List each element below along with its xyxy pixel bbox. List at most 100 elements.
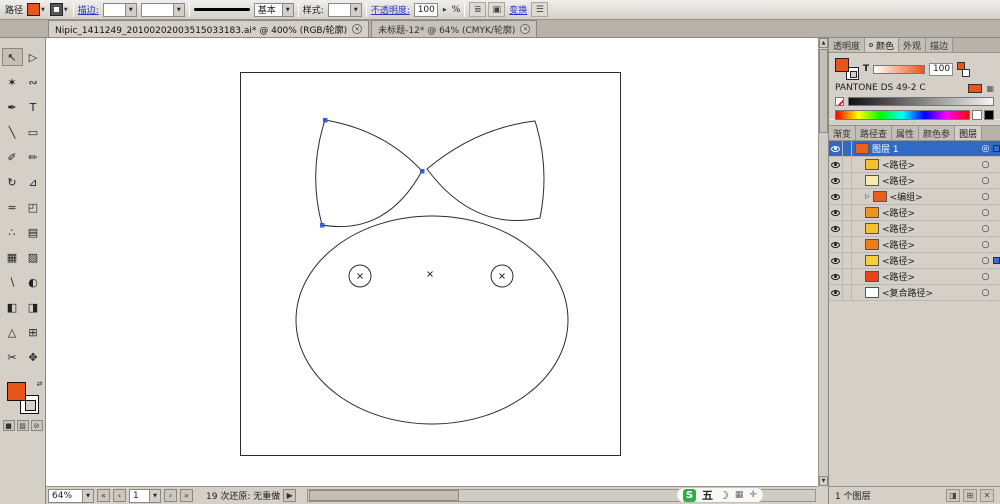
black-swatch[interactable]	[984, 109, 994, 120]
layer-row[interactable]: <路径> ○	[829, 173, 1000, 189]
anchor-point[interactable]	[420, 169, 425, 174]
fill-color-swatch[interactable]	[6, 382, 26, 401]
lock-toggle[interactable]	[843, 189, 852, 204]
visibility-toggle[interactable]	[829, 221, 843, 236]
tint-value-field[interactable]: 100	[929, 62, 954, 76]
grayscale-ramp[interactable]	[848, 97, 994, 106]
transform-panel-link[interactable]: 变换	[509, 3, 527, 16]
opacity-field[interactable]: 100	[413, 2, 438, 17]
stroke-weight-dropdown[interactable]: ▼	[102, 2, 137, 17]
fill-color-control[interactable]: ▼	[27, 3, 46, 16]
panel-fill-stroke[interactable]	[835, 58, 859, 80]
direct-selection-tool[interactable]: ▷	[23, 48, 44, 66]
slice-tool[interactable]: ✂	[2, 348, 23, 366]
prev-page-button[interactable]: ‹	[113, 489, 126, 502]
select-similar-icon[interactable]: ≣	[469, 2, 487, 17]
selection-tool[interactable]: ↖	[1, 48, 23, 66]
live-paint-selection-tool[interactable]: ◨	[23, 298, 44, 316]
stroke-panel-link[interactable]: 描边:	[78, 3, 99, 16]
sogou-logo[interactable]: S	[683, 488, 696, 502]
visibility-toggle[interactable]	[829, 269, 843, 284]
layer-row[interactable]: 图层 1 ◎	[829, 141, 1000, 157]
visibility-toggle[interactable]	[829, 253, 843, 268]
target-icon[interactable]: ◎	[979, 141, 992, 156]
cat-head-path[interactable]	[295, 215, 569, 425]
white-swatch[interactable]	[972, 109, 982, 120]
vertical-scroll-thumb[interactable]	[819, 49, 828, 133]
column-graph-tool[interactable]: ▤	[23, 223, 44, 241]
live-paint-bucket-tool[interactable]: ◧	[2, 298, 23, 316]
target-icon[interactable]: ○	[979, 189, 992, 204]
lock-toggle[interactable]	[843, 253, 852, 268]
next-page-button[interactable]: ›	[164, 489, 177, 502]
line-segment-tool[interactable]: ╲	[2, 123, 23, 141]
layer-row[interactable]: <路径> ○	[829, 253, 1000, 269]
lock-toggle[interactable]	[843, 205, 852, 220]
visibility-toggle[interactable]	[829, 141, 843, 156]
pencil-tool[interactable]: ✏	[23, 148, 44, 166]
target-icon[interactable]: ○	[979, 269, 992, 284]
anchor-point[interactable]	[323, 118, 328, 123]
lock-toggle[interactable]	[843, 269, 852, 284]
rotate-tool[interactable]: ↻	[2, 173, 23, 191]
tab-close-icon[interactable]: ×	[520, 24, 531, 34]
horizontal-scroll-thumb[interactable]	[309, 490, 460, 501]
free-transform-tool[interactable]: ◰	[23, 198, 44, 216]
expand-arrow-icon[interactable]: ▷	[865, 193, 870, 200]
type-tool[interactable]: T	[23, 98, 44, 116]
scroll-down-button[interactable]: ▼	[819, 476, 828, 486]
swap-fill-stroke-icon[interactable]: ⇄	[37, 380, 43, 388]
doc-tab[interactable]: Nipic_1411249_20100202003515033183.ai* @…	[48, 20, 370, 37]
panel-tab-stroke[interactable]: 描边	[926, 38, 954, 52]
brush-definition-dropdown[interactable]: 基本 ▼	[253, 2, 294, 17]
color-spectrum-bar[interactable]	[835, 109, 970, 120]
width-profile-dropdown[interactable]: ▼	[140, 2, 185, 17]
target-icon[interactable]: ○	[979, 253, 992, 268]
target-icon[interactable]: ○	[979, 173, 992, 188]
scale-tool[interactable]: ⊿	[23, 173, 44, 191]
visibility-toggle[interactable]	[829, 285, 843, 300]
layer-row[interactable]: <路径> ○	[829, 269, 1000, 285]
none-swatch[interactable]	[835, 97, 844, 106]
target-icon[interactable]: ○	[979, 237, 992, 252]
mesh-tool[interactable]: ▦	[2, 248, 23, 266]
chevron-down-icon[interactable]: ▼	[64, 7, 68, 13]
rectangle-tool[interactable]: ▭	[23, 123, 44, 141]
vertical-scrollbar[interactable]: ▲ ▼	[818, 38, 828, 486]
target-icon[interactable]: ○	[979, 285, 992, 300]
tint-slider[interactable]	[873, 64, 926, 74]
visibility-toggle[interactable]	[829, 173, 843, 188]
pen-tool[interactable]: ✒	[2, 98, 23, 116]
opacity-link[interactable]: 不透明度:	[371, 3, 410, 16]
lasso-tool[interactable]: ∾	[23, 73, 44, 91]
gradient-tool[interactable]: ▨	[23, 248, 44, 266]
layer-row[interactable]: <路径> ○	[829, 221, 1000, 237]
visibility-toggle[interactable]	[829, 237, 843, 252]
panel-tab-attributes[interactable]: 属性	[892, 126, 920, 140]
first-page-button[interactable]: «	[97, 489, 110, 502]
swatch-stack-icon[interactable]	[957, 61, 971, 77]
panel-fill-swatch[interactable]	[835, 58, 849, 72]
new-layer-icon[interactable]: ⊞	[963, 489, 977, 502]
spinner-icon[interactable]: ▶	[443, 7, 447, 13]
panel-tab-gradient[interactable]: 渐变	[829, 126, 857, 140]
stroke-swatch-icon[interactable]	[49, 3, 63, 16]
gradient-mode-button[interactable]: ▨	[16, 420, 29, 431]
target-icon[interactable]: ○	[979, 205, 992, 220]
panel-tab-appearance[interactable]: 外观	[899, 38, 927, 52]
panel-tab-color[interactable]: 颜色	[865, 38, 900, 52]
panel-tab-layers[interactable]: 图层	[955, 126, 983, 140]
spot-color-swatch[interactable]	[968, 83, 983, 93]
panel-tab-color-guide[interactable]: 颜色参	[919, 126, 956, 140]
scroll-up-button[interactable]: ▲	[819, 38, 828, 48]
lock-toggle[interactable]	[843, 173, 852, 188]
stroke-color-control[interactable]: ▼	[49, 3, 69, 16]
lock-toggle[interactable]	[843, 285, 852, 300]
artboard-tool[interactable]: ⊞	[23, 323, 44, 341]
anchor-point[interactable]	[320, 223, 325, 228]
panel-tab-pathfinder[interactable]: 路径查	[856, 126, 893, 140]
style-dropdown[interactable]: ▼	[327, 2, 362, 17]
make-mask-icon[interactable]: ◨	[946, 489, 960, 502]
visibility-toggle[interactable]	[829, 189, 843, 204]
none-mode-button[interactable]: ⊘	[30, 420, 43, 431]
